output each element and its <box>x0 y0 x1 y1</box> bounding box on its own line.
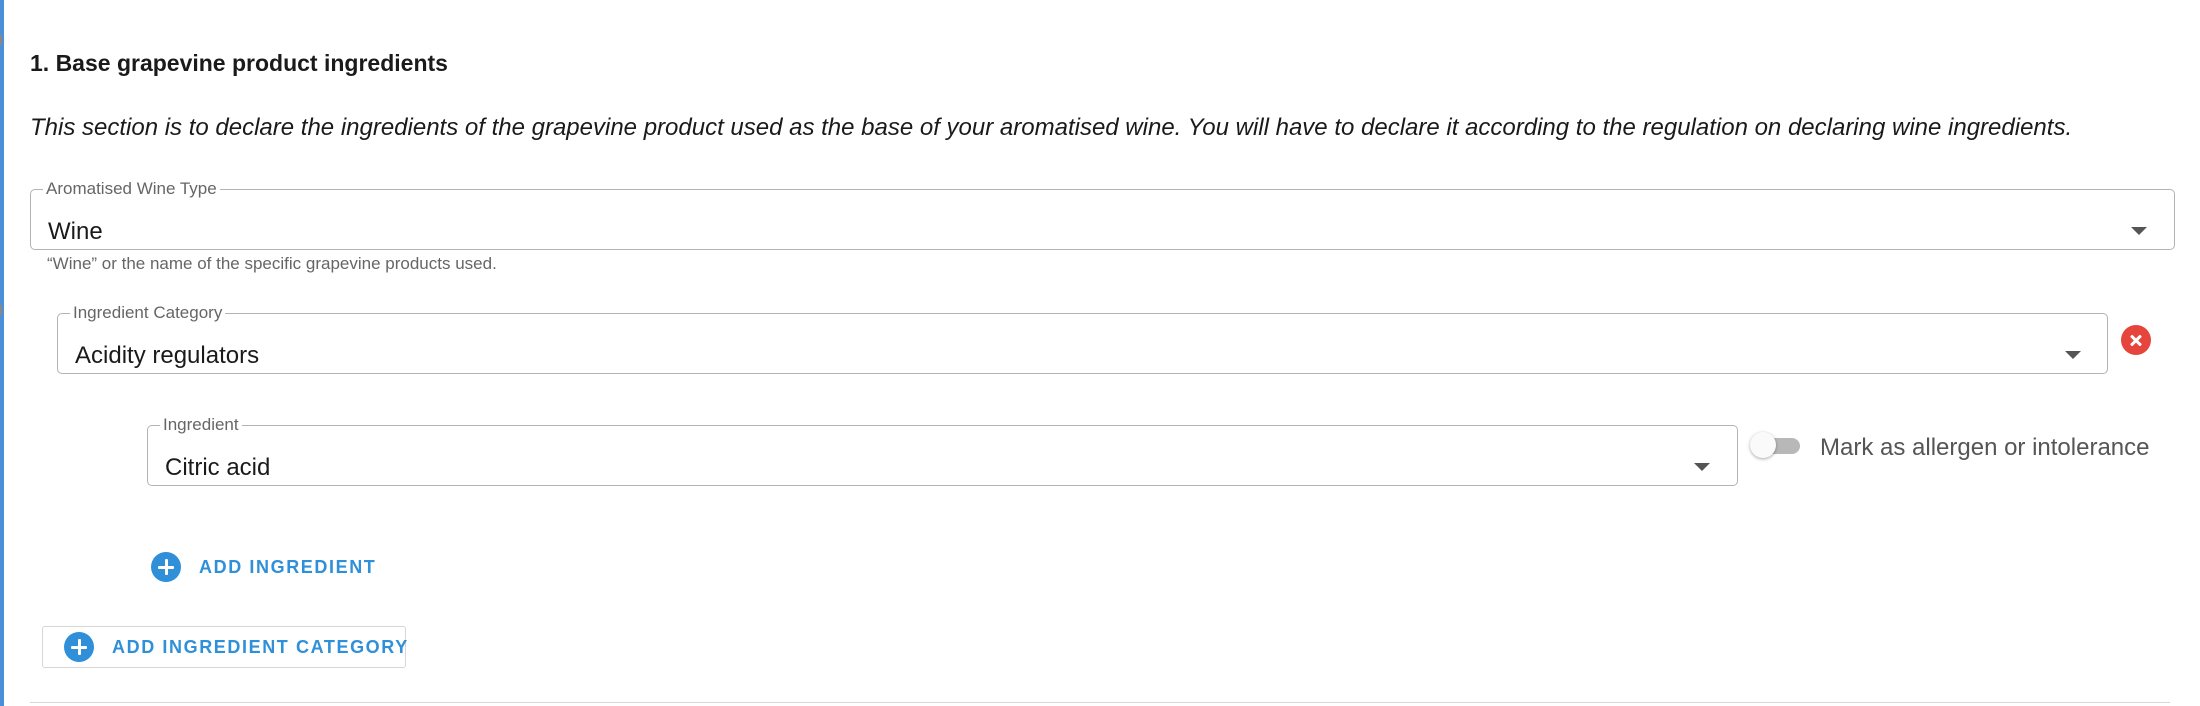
ingredient-category-select[interactable]: Ingredient Category Acidity regulators <box>57 303 2108 374</box>
section-divider <box>30 702 2170 703</box>
wine-type-helper-text: “Wine” or the name of the specific grape… <box>47 254 497 273</box>
ingredient-category-value: Acidity regulators <box>75 342 260 369</box>
ingredient-select[interactable]: Ingredient Citric acid <box>147 415 1738 486</box>
allergen-toggle[interactable] <box>1750 432 1802 458</box>
panel-left-border <box>0 0 4 706</box>
remove-category-icon[interactable] <box>2121 325 2151 355</box>
wine-type-value: Wine <box>48 218 103 245</box>
caret-down-icon[interactable] <box>2131 227 2147 235</box>
form-panel: 1. Base grapevine product ingredients Th… <box>0 0 2200 706</box>
panel-edge-marker <box>0 305 2 315</box>
panel-edge-marker <box>0 35 2 45</box>
caret-down-icon[interactable] <box>1694 463 1710 471</box>
caret-down-icon[interactable] <box>2065 351 2081 359</box>
plus-circle-icon <box>151 552 181 582</box>
wine-type-label: Aromatised Wine Type <box>46 179 217 198</box>
add-ingredient-category-label: ADD INGREDIENT CATEGORY <box>112 636 409 657</box>
allergen-toggle-label: Mark as allergen or intolerance <box>1820 434 2150 461</box>
plus-circle-icon <box>64 632 94 662</box>
toggle-thumb <box>1750 432 1776 458</box>
add-ingredient-label: ADD INGREDIENT <box>199 556 377 577</box>
ingredient-category-label: Ingredient Category <box>73 303 223 322</box>
ingredient-value: Citric acid <box>165 454 271 481</box>
ingredient-label: Ingredient <box>163 415 239 434</box>
add-ingredient-button[interactable]: ADD INGREDIENT <box>151 552 376 582</box>
section-description: This section is to declare the ingredien… <box>30 114 2073 141</box>
wine-type-select[interactable]: Aromatised Wine Type Wine <box>30 179 2175 250</box>
add-ingredient-category-button[interactable]: ADD INGREDIENT CATEGORY <box>64 632 409 662</box>
section-title: 1. Base grapevine product ingredients <box>30 50 448 76</box>
